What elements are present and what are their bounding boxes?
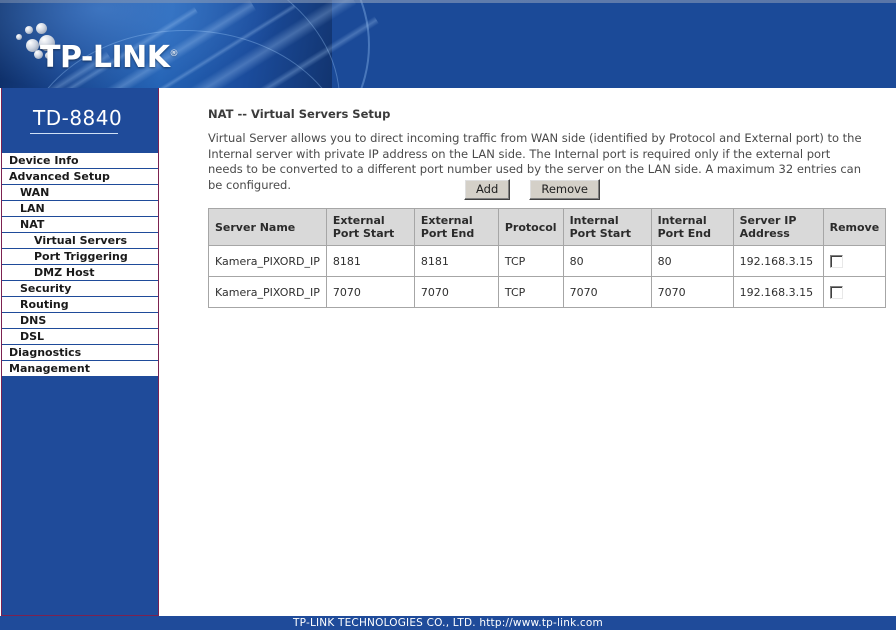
table-column-header: Server IP Address bbox=[732, 208, 824, 246]
table-column-header: Internal Port Start bbox=[562, 208, 652, 246]
remove-checkbox[interactable] bbox=[829, 254, 843, 268]
page-title: NAT -- Virtual Servers Setup bbox=[208, 107, 391, 121]
remove-button[interactable]: Remove bbox=[529, 179, 601, 200]
cell-server-ip-address: 192.168.3.15 bbox=[732, 276, 824, 308]
sidebar-item-dsl[interactable]: DSL bbox=[2, 329, 158, 344]
header-banner: TP-LINK® bbox=[0, 0, 896, 88]
banner-top-highlight bbox=[0, 0, 896, 3]
table-row: Kamera_PIXORD_IP 8181 8181 TCP 80 80 192.168.3… bbox=[208, 245, 887, 277]
sidebar-item-wan[interactable]: WAN bbox=[2, 185, 158, 200]
table-column-header: Remove bbox=[822, 208, 887, 246]
table-head: Server Name External Port Start External P… bbox=[208, 208, 887, 246]
banner-right-fill bbox=[332, 0, 896, 88]
router-admin-page: TP-LINK® TD-8840 Device Info Advanced Set… bbox=[0, 0, 896, 630]
brand-wordmark: TP-LINK® bbox=[40, 40, 178, 75]
sidebar-item-management[interactable]: Management bbox=[2, 361, 158, 376]
cell-internal-port-start: 80 bbox=[562, 245, 652, 277]
cell-server-name: Kamera_PIXORD_IP bbox=[208, 276, 327, 308]
sidebar-item-port-triggering[interactable]: Port Triggering bbox=[2, 249, 158, 264]
sidebar-item-diagnostics[interactable]: Diagnostics bbox=[2, 345, 158, 360]
cell-external-port-end: 7070 bbox=[413, 276, 499, 308]
add-button[interactable]: Add bbox=[463, 179, 511, 200]
cell-server-ip-address: 192.168.3.15 bbox=[732, 245, 824, 277]
cell-server-name: Kamera_PIXORD_IP bbox=[208, 245, 327, 277]
sidebar-item-lan[interactable]: LAN bbox=[2, 201, 158, 216]
cell-remove bbox=[822, 276, 887, 308]
device-model-underline bbox=[30, 133, 118, 134]
table-column-header: External Port Start bbox=[325, 208, 415, 246]
sidebar-menu-list: Device Info Advanced Setup WAN LAN NAT Virtua… bbox=[2, 153, 158, 377]
table-column-header: External Port End bbox=[413, 208, 499, 246]
brand-name: TP-LINK bbox=[40, 40, 170, 75]
virtual-servers-table-wrapper: Server Name External Port Start External P… bbox=[208, 208, 887, 308]
sidebar-item-dns[interactable]: DNS bbox=[2, 313, 158, 328]
cell-external-port-end: 8181 bbox=[413, 245, 499, 277]
cell-internal-port-end: 7070 bbox=[650, 276, 734, 308]
virtual-servers-table: Server Name External Port Start External P… bbox=[208, 208, 887, 308]
sidebar-nav: Device Info Advanced Setup WAN LAN NAT Virtua… bbox=[1, 88, 159, 616]
cell-external-port-start: 8181 bbox=[325, 245, 415, 277]
device-model-label: TD-8840 bbox=[33, 106, 123, 130]
cell-protocol: TCP bbox=[497, 245, 564, 277]
table-row: Kamera_PIXORD_IP 7070 7070 TCP 7070 7070 192.1… bbox=[208, 276, 887, 308]
remove-checkbox[interactable] bbox=[829, 285, 843, 299]
sidebar-item-device-info[interactable]: Device Info bbox=[2, 153, 158, 168]
footer-bar: TP-LINK TECHNOLOGIES CO., LTD. http://ww… bbox=[0, 616, 896, 630]
cell-protocol: TCP bbox=[497, 276, 564, 308]
cell-internal-port-start: 7070 bbox=[562, 276, 652, 308]
table-column-header: Internal Port End bbox=[650, 208, 734, 246]
sidebar-item-virtual-servers[interactable]: Virtual Servers bbox=[2, 233, 158, 248]
main-content-panel: NAT -- Virtual Servers Setup Virtual Ser… bbox=[160, 88, 896, 616]
table-column-header: Server Name bbox=[208, 208, 327, 246]
cell-external-port-start: 7070 bbox=[325, 276, 415, 308]
cell-remove bbox=[822, 245, 887, 277]
sidebar-item-routing[interactable]: Routing bbox=[2, 297, 158, 312]
registered-trademark-icon: ® bbox=[169, 49, 179, 59]
sidebar-item-nat[interactable]: NAT bbox=[2, 217, 158, 232]
cell-internal-port-end: 80 bbox=[650, 245, 734, 277]
sidebar-item-advanced-setup[interactable]: Advanced Setup bbox=[2, 169, 158, 184]
table-body: Kamera_PIXORD_IP 8181 8181 TCP 80 80 192.168.3… bbox=[208, 245, 887, 308]
action-button-row: Add Remove bbox=[208, 178, 856, 200]
table-header-row: Server Name External Port Start External P… bbox=[208, 208, 887, 246]
sidebar-item-security[interactable]: Security bbox=[2, 281, 158, 296]
table-column-header: Protocol bbox=[497, 208, 564, 246]
sidebar-item-dmz-host[interactable]: DMZ Host bbox=[2, 265, 158, 280]
